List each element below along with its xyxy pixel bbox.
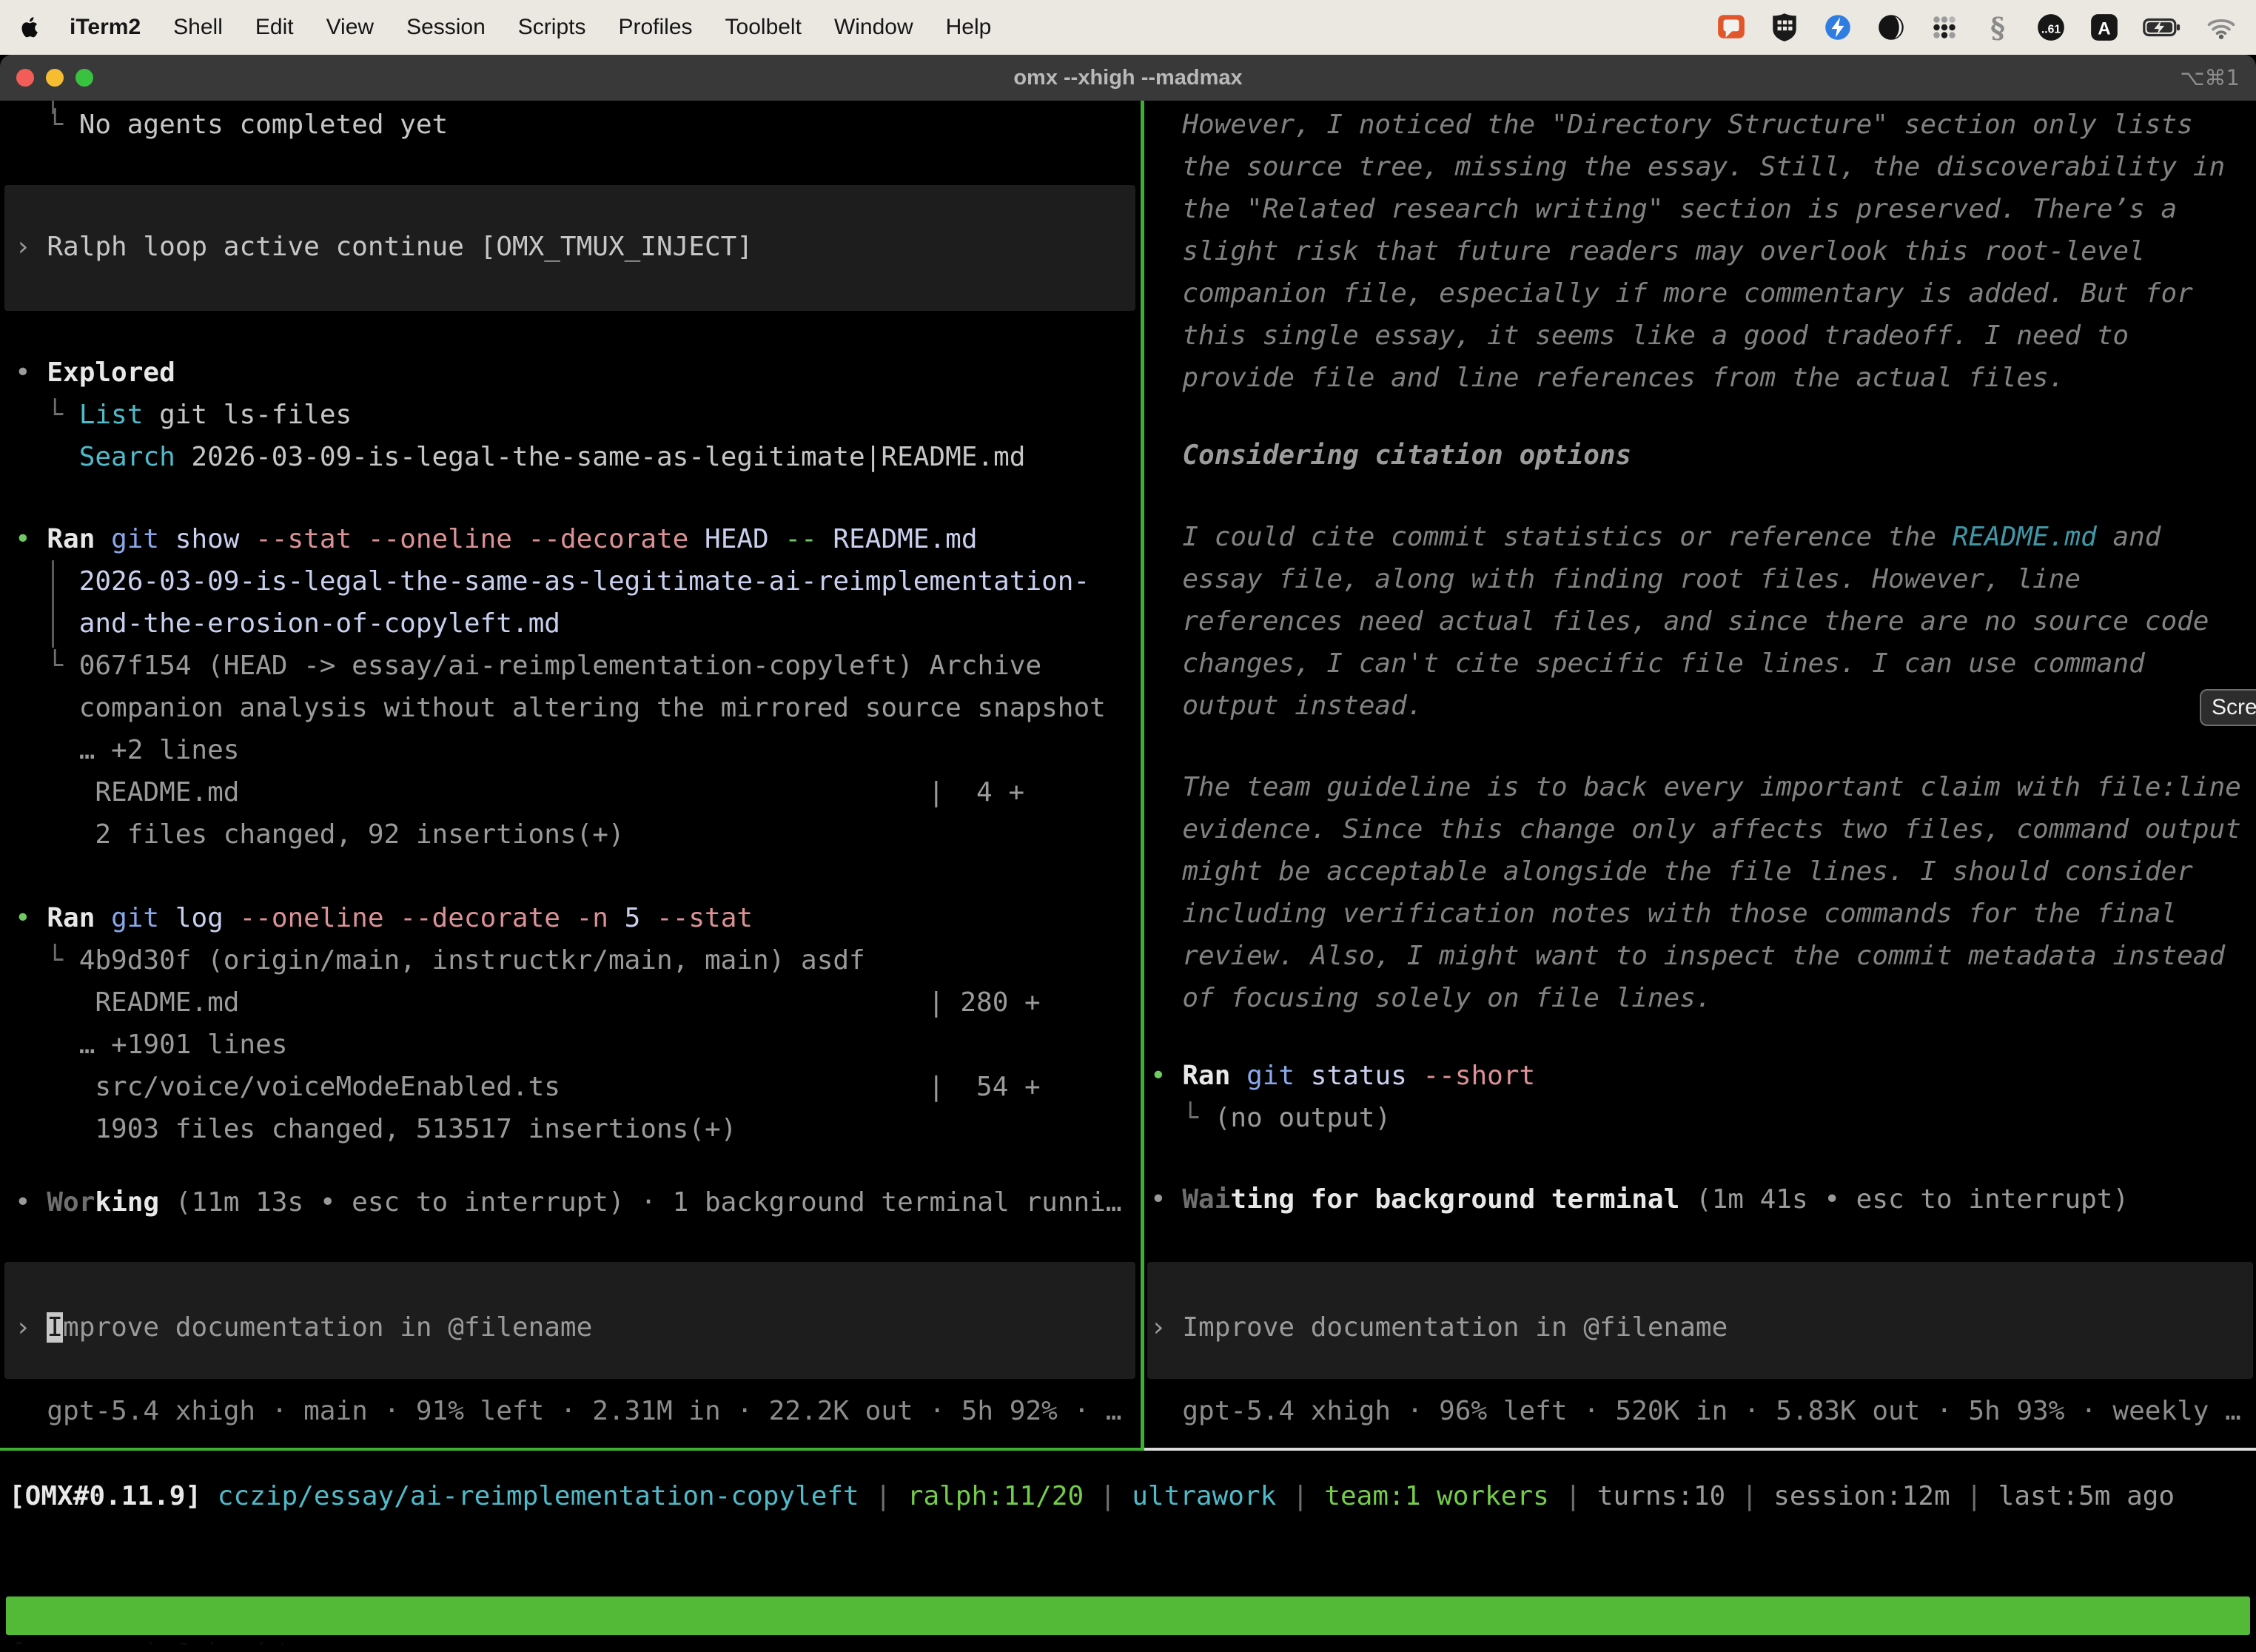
screen: iTerm2 Shell Edit View Session Scripts P…	[0, 0, 2256, 1652]
apple-menu-icon[interactable]	[19, 15, 41, 40]
reasoning-paragraph-line: output instead.	[1150, 685, 1423, 727]
git-status-no-output: └ (no output)	[1150, 1097, 1391, 1139]
ran-git-show-command: • Ran git show --stat --oneline --decora…	[15, 518, 978, 560]
git-log-stat-summary: 1903 files changed, 513517 insertions(+)	[15, 1108, 736, 1150]
wifi-icon[interactable]	[2206, 12, 2237, 43]
menu-item-session[interactable]: Session	[406, 15, 486, 40]
left-session-statusbar: gpt-5.4 xhigh · main · 91% left · 2.31M …	[15, 1390, 1122, 1432]
letter-badge-icon[interactable]: A	[2089, 12, 2120, 43]
reasoning-paragraph-line: review. Also, I might want to inspect th…	[1150, 935, 2225, 977]
ran-git-status-command: • Ran git status --short	[1150, 1055, 1535, 1097]
tmux-status-bar: [omx-cczip0:bash* "MacBook-Pro-44.local"…	[6, 1596, 2250, 1635]
squiggle-icon[interactable]: §	[1982, 12, 2013, 43]
count-badge-label: ..61	[2041, 23, 2061, 36]
screen-toast-label: Scre	[2212, 695, 2256, 719]
working-status-line: • Working (11m 13s • esc to interrupt) ·…	[15, 1181, 1122, 1223]
git-show-arg-wrap-1: 2026-03-09-is-legal-the-same-as-legitima…	[15, 560, 1090, 602]
git-log-stat-readme-count: | 280 +	[928, 981, 1041, 1024]
menu-item-help[interactable]: Help	[946, 15, 992, 40]
dots-grid-icon[interactable]	[1929, 12, 1960, 43]
chat-bubble-icon[interactable]	[1716, 12, 1747, 43]
iterm-window: omx --xhigh --madmax ⌥⌘1 └ No agents com…	[0, 55, 2256, 1645]
menu-item-edit[interactable]: Edit	[255, 15, 294, 40]
git-show-output-commit-wrap: companion analysis without altering the …	[15, 687, 1106, 729]
title-bar[interactable]: omx --xhigh --madmax ⌥⌘1	[0, 55, 2256, 101]
menu-item-toolbelt[interactable]: Toolbelt	[725, 15, 802, 40]
ran-git-log-command: • Ran git log --oneline --decorate -n 5 …	[15, 897, 753, 939]
battery-charging-icon[interactable]	[2142, 12, 2183, 43]
right-terminal-pane[interactable]: However, I noticed the "Directory Struct…	[1144, 101, 2256, 1448]
menu-item-shell[interactable]: Shell	[173, 15, 223, 40]
reasoning-paragraph-line: of focusing solely on file lines.	[1150, 977, 1712, 1019]
menu-item-scripts[interactable]: Scripts	[518, 15, 586, 40]
explored-search-line: Search 2026-03-09-is-legal-the-same-as-l…	[15, 436, 1025, 478]
reasoning-paragraph-line: evidence. Since this change only affects…	[1150, 808, 2241, 850]
reasoning-paragraph-line: the "Related research writing" section i…	[1150, 188, 2177, 230]
menu-status-icons: § ..61 A	[1716, 12, 2237, 43]
git-show-arg-wrap-2: and-the-erosion-of-copyleft.md	[15, 602, 560, 645]
git-log-stat-voicemode-count: | 54 +	[928, 1066, 1041, 1108]
window-shortcut-badge: ⌥⌘1	[2180, 55, 2240, 101]
menu-item-profiles[interactable]: Profiles	[618, 15, 692, 40]
reasoning-paragraph-line: However, I noticed the "Directory Struct…	[1150, 104, 2193, 146]
agents-status-line: └ No agents completed yet	[15, 104, 448, 146]
pane-border-bottom-left[interactable]	[0, 1448, 1144, 1451]
omx-status-line: [OMX#0.11.9] cczip/essay/ai-reimplementa…	[9, 1475, 2175, 1517]
git-show-output-commit: └ 067f154 (HEAD -> essay/ai-reimplementa…	[15, 645, 1041, 687]
reasoning-paragraph-line: including verification notes with those …	[1150, 893, 2177, 935]
sync-bolt-icon[interactable]	[1822, 12, 1853, 43]
reasoning-paragraph-line: references need actual files, and since …	[1150, 600, 2209, 642]
menu-item-view[interactable]: View	[326, 15, 374, 40]
pane-divider-vertical[interactable]	[1141, 101, 1144, 1451]
git-log-output-commit: └ 4b9d30f (origin/main, instructkr/main,…	[15, 939, 865, 981]
git-show-stat-summary: 2 files changed, 92 insertions(+)	[15, 813, 625, 856]
reasoning-section-heading: Considering citation options	[1150, 434, 1631, 477]
git-show-output-more-lines: … +2 lines	[15, 729, 239, 771]
right-prompt-text[interactable]: › Improve documentation in @filename	[1150, 1306, 1728, 1349]
right-session-statusbar: gpt-5.4 xhigh · 96% left · 520K in · 5.8…	[1150, 1390, 2241, 1432]
crescent-circle-icon[interactable]	[1876, 12, 1907, 43]
reasoning-paragraph-line: I could cite commit statistics or refere…	[1150, 516, 2161, 558]
reasoning-paragraph-line: The team guideline is to back every impo…	[1150, 766, 2241, 808]
ralph-loop-message: › Ralph loop active continue [OMX_TMUX_I…	[15, 226, 753, 268]
git-log-output-more-lines: … +1901 lines	[15, 1024, 287, 1066]
reasoning-paragraph-line: provide file and line references from th…	[1150, 357, 2064, 399]
explored-list-line: └ List git ls-files	[15, 394, 352, 436]
screen-toast[interactable]: Scre	[2200, 689, 2256, 726]
shield-keypad-icon[interactable]	[1769, 12, 1800, 43]
menu-item-window[interactable]: Window	[834, 15, 913, 40]
terminal-area: └ No agents completed yet › Ralph loop a…	[0, 101, 2256, 1645]
git-log-stat-readme: README.md	[15, 981, 239, 1024]
git-show-stat-readme-count: | 4 +	[928, 771, 1024, 813]
tmux-window-label[interactable]: [omx-cczip0:bash*	[10, 1635, 291, 1645]
menu-item-iterm2[interactable]: iTerm2	[70, 15, 141, 40]
letter-badge-label: A	[2098, 19, 2110, 38]
reasoning-paragraph-line: companion file, especially if more comme…	[1150, 272, 2193, 315]
reasoning-paragraph-line: slight risk that future readers may over…	[1150, 230, 2145, 272]
reasoning-paragraph-line: essay file, along with finding root file…	[1150, 558, 2081, 600]
menu-bar: iTerm2 Shell Edit View Session Scripts P…	[0, 0, 2256, 55]
reasoning-paragraph-line: changes, I can't cite specific file line…	[1150, 642, 2145, 685]
left-prompt-text[interactable]: › Improve documentation in @filename	[15, 1306, 592, 1349]
git-show-stat-readme: README.md	[15, 771, 239, 813]
waiting-status-line: • Waiting for background terminal (1m 41…	[1150, 1178, 2129, 1220]
left-terminal-pane[interactable]: └ No agents completed yet › Ralph loop a…	[0, 101, 1141, 1448]
git-log-stat-voicemode: src/voice/voiceModeEnabled.ts	[15, 1066, 560, 1108]
count-badge-icon[interactable]: ..61	[2035, 12, 2067, 43]
window-title: omx --xhigh --madmax	[0, 55, 2256, 101]
pane-border-bottom-right[interactable]	[1144, 1448, 2256, 1451]
reasoning-paragraph-line: this single essay, it seems like a good …	[1150, 315, 2129, 357]
reasoning-paragraph-line: might be acceptable alongside the file l…	[1150, 850, 2193, 893]
reasoning-paragraph-line: the source tree, missing the essay. Stil…	[1150, 146, 2225, 188]
explored-header: • Explored	[15, 352, 175, 394]
